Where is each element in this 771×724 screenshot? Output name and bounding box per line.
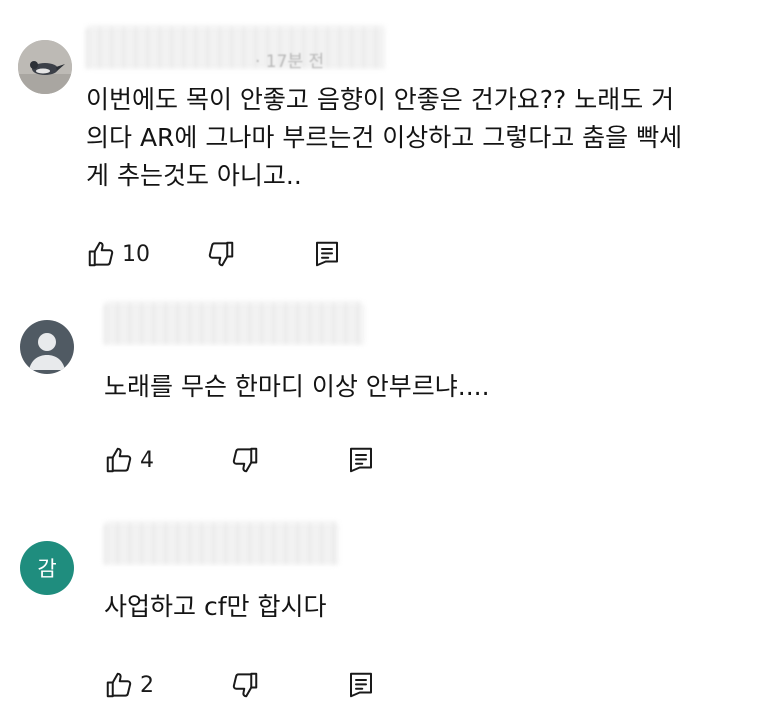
reply-icon xyxy=(346,670,376,700)
bird-photo-icon xyxy=(18,40,72,94)
thumbs-down-icon xyxy=(206,239,236,269)
like-count: 2 xyxy=(140,672,154,698)
like-button[interactable]: 10 xyxy=(86,237,150,271)
avatar[interactable] xyxy=(18,40,72,94)
like-count: 10 xyxy=(122,241,150,267)
reply-icon xyxy=(312,239,342,269)
comment-actions: 10 xyxy=(86,237,386,271)
reply-icon xyxy=(346,445,376,475)
like-button[interactable]: 2 xyxy=(104,668,154,702)
avatar-letter: 감 xyxy=(37,557,57,581)
author-meta-blurred xyxy=(104,522,339,566)
thumbs-down-icon xyxy=(230,445,260,475)
thumbs-up-icon xyxy=(104,445,134,475)
avatar[interactable] xyxy=(20,320,74,374)
thumbs-up-icon xyxy=(104,670,134,700)
dislike-button[interactable] xyxy=(230,668,260,702)
comment-text: 사업하고 cf만 합시다 xyxy=(104,592,327,621)
reply-button[interactable] xyxy=(346,668,376,702)
like-button[interactable]: 4 xyxy=(104,443,154,477)
comment: 감 사업하고 cf만 합시다 2 xyxy=(0,510,771,724)
timestamp: · 17분 전 xyxy=(255,52,325,72)
author-meta-blurred xyxy=(86,26,386,70)
comment: 노래를 무슨 한마디 이상 안부르냐.... 4 xyxy=(0,290,771,510)
dislike-button[interactable] xyxy=(230,443,260,477)
thumbs-down-icon xyxy=(230,670,260,700)
like-count: 4 xyxy=(140,447,154,473)
reply-button[interactable] xyxy=(312,237,342,271)
reply-button[interactable] xyxy=(346,443,376,477)
avatar[interactable]: 감 xyxy=(20,541,74,595)
comment-text: 노래를 무슨 한마디 이상 안부르냐.... xyxy=(104,372,490,401)
comment-actions: 4 xyxy=(104,443,404,477)
person-icon xyxy=(29,333,65,370)
thumbs-up-icon xyxy=(86,239,116,269)
comment-actions: 2 xyxy=(104,668,404,702)
dislike-button[interactable] xyxy=(206,237,236,271)
author-meta-blurred xyxy=(104,302,364,346)
comment: · 17분 전 이번에도 목이 안좋고 음향이 안좋은 건가요?? 노래도 거 … xyxy=(0,0,771,290)
comment-text: 이번에도 목이 안좋고 음향이 안좋은 건가요?? 노래도 거 의다 AR에 그… xyxy=(86,85,683,190)
